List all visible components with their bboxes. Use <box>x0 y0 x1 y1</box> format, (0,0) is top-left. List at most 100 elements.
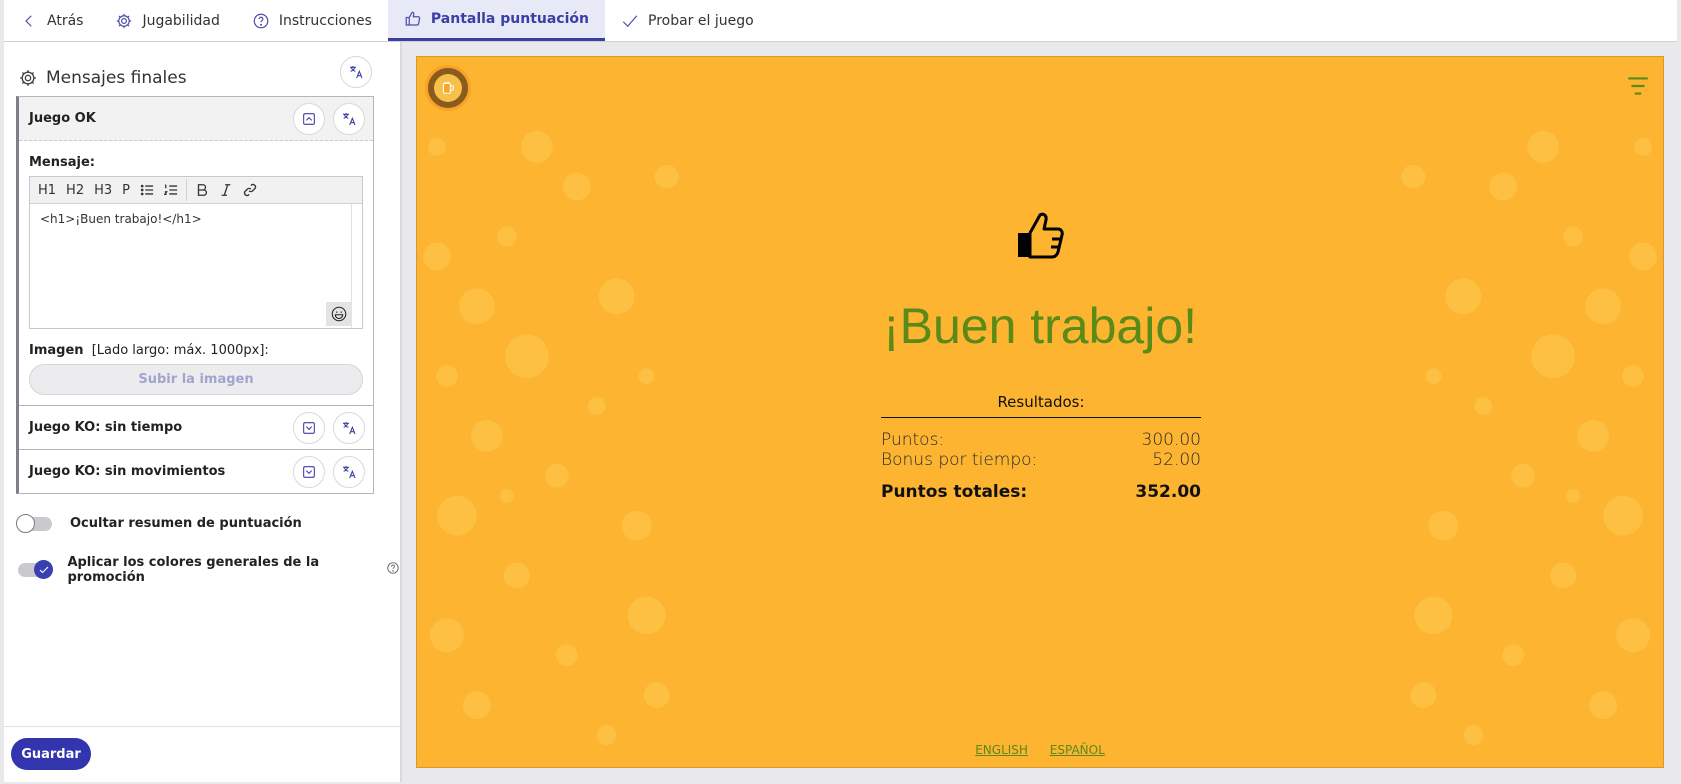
message-textarea[interactable] <box>30 204 340 322</box>
translate-ko-time-button[interactable] <box>333 411 365 444</box>
toggle-knob <box>16 513 35 533</box>
tab-gameplay[interactable]: Jugabilidad <box>99 0 235 41</box>
expand-ko-time-button[interactable] <box>293 411 325 444</box>
bullet-list-icon <box>140 184 154 196</box>
paragraph-button[interactable]: P <box>118 179 134 201</box>
translate-icon <box>343 421 356 434</box>
toggle-knob <box>34 560 53 579</box>
apply-colors-row: Aplicar los colores generales de la prom… <box>18 555 400 585</box>
numbered-list-button[interactable] <box>160 179 182 201</box>
panel-scrollbar[interactable] <box>400 42 402 782</box>
section-title-label: Mensajes finales <box>46 68 187 88</box>
h3-button[interactable]: H3 <box>90 179 116 201</box>
result-title: ¡Buen trabajo! <box>882 298 1198 354</box>
editor-toolbar: H1 H2 H3 P <box>30 177 362 204</box>
results-heading: Resultados: <box>881 393 1201 418</box>
apply-colors-toggle[interactable] <box>18 560 53 579</box>
accordion-body-ok: Mensaje: H1 H2 H3 P <h1>¡Buen trabajo!</… <box>19 141 373 405</box>
language-english-link[interactable]: ENGLISH <box>975 743 1028 757</box>
apply-colors-label: Aplicar los colores generales de la prom… <box>67 555 320 585</box>
message-textarea-wrap <box>30 204 362 328</box>
hide-summary-label: Ocultar resumen de puntuación <box>70 516 302 531</box>
bold-button[interactable] <box>191 179 213 201</box>
save-button[interactable]: Guardar <box>11 738 91 770</box>
image-hint: [Lado largo: máx. 1000px]: <box>91 343 269 358</box>
thumb-up-icon <box>1014 207 1070 263</box>
brand-logo <box>425 65 471 111</box>
chevron-down-box-icon <box>303 465 315 478</box>
gear-icon <box>117 13 132 28</box>
message-editor: H1 H2 H3 P <box>29 176 363 329</box>
time-bonus-label: Bonus por tiempo: <box>881 450 1038 470</box>
translate-ok-button[interactable] <box>333 102 365 135</box>
image-label: Imagen <box>29 343 84 358</box>
help-circle-icon <box>253 13 269 28</box>
section-title: Mensajes finales <box>18 68 187 88</box>
menu-button[interactable] <box>1625 73 1651 99</box>
tab-test-game[interactable]: Probar el juego <box>605 0 770 41</box>
results-summary: Resultados: Puntos: 300.00 Bonus por tie… <box>881 393 1201 502</box>
image-field-label: Imagen [Lado largo: máx. 1000px]: <box>29 343 363 358</box>
expand-ko-moves-button[interactable] <box>293 455 325 488</box>
language-spanish-link[interactable]: ESPAÑOL <box>1050 743 1105 757</box>
accordion-ok-label: Juego OK <box>29 111 96 126</box>
emoji-button[interactable] <box>326 302 352 326</box>
hide-summary-toggle[interactable] <box>16 513 52 533</box>
textarea-scrollbar[interactable] <box>351 204 362 328</box>
settings-panel: Mensajes finales Juego OK Mensaje: H1 H2 <box>4 42 400 782</box>
tab-score-screen-label: Pantalla puntuación <box>430 11 589 27</box>
numbered-list-icon <box>163 184 178 196</box>
score-value: 300.00 <box>1141 430 1201 450</box>
accordion-header-ok[interactable]: Juego OK <box>19 97 373 141</box>
filter-menu-icon <box>1628 77 1648 95</box>
collapse-ok-button[interactable] <box>293 102 325 135</box>
total-value: 352.00 <box>1135 482 1201 502</box>
total-label: Puntos totales: <box>881 482 1028 502</box>
bold-icon <box>197 184 207 196</box>
accordion-header-ko-moves[interactable]: Juego KO: sin movimientos <box>19 449 373 493</box>
check-icon <box>622 14 638 27</box>
toolbar-divider <box>185 179 187 201</box>
help-circle-icon <box>387 562 399 574</box>
hide-summary-row: Ocultar resumen de puntuación <box>16 513 302 533</box>
language-switcher: ENGLISH ESPAÑOL <box>417 743 1663 757</box>
final-messages-accordion: Juego OK Mensaje: H1 H2 H3 P <h1>¡Buen t… <box>16 96 374 494</box>
message-label: Mensaje: <box>29 155 95 170</box>
translate-ko-moves-button[interactable] <box>333 455 365 488</box>
upload-image-button[interactable]: Subir la imagen <box>29 364 363 395</box>
game-preview: ¡Buen trabajo! Resultados: Puntos: 300.0… <box>416 56 1664 768</box>
chevron-left-icon <box>25 14 32 27</box>
score-label: Puntos: <box>881 430 945 450</box>
check-icon <box>39 566 48 573</box>
beer-icon <box>434 74 462 102</box>
tab-gameplay-label: Jugabilidad <box>142 12 220 29</box>
tab-back[interactable]: Atrás <box>4 0 99 41</box>
translate-icon <box>343 465 356 478</box>
translate-icon <box>350 66 363 79</box>
tab-instructions[interactable]: Instrucciones <box>236 0 388 41</box>
help-button[interactable] <box>386 561 400 579</box>
emoji-icon <box>331 306 347 322</box>
translate-icon <box>343 112 356 125</box>
translate-all-button[interactable] <box>340 56 372 88</box>
italic-icon <box>221 184 231 196</box>
link-icon <box>243 183 257 197</box>
time-bonus-row: Bonus por tiempo: 52.00 <box>881 450 1201 470</box>
chevron-up-box-icon <box>303 112 315 125</box>
top-tab-bar: Atrás Jugabilidad Instrucciones Pantalla… <box>4 0 1677 42</box>
h2-button[interactable]: H2 <box>62 179 88 201</box>
bullet-list-button[interactable] <box>136 179 158 201</box>
total-row: Puntos totales: 352.00 <box>881 482 1201 502</box>
tab-test-game-label: Probar el juego <box>648 12 754 29</box>
accordion-ko-time-label: Juego KO: sin tiempo <box>29 420 183 435</box>
italic-button[interactable] <box>215 179 237 201</box>
gear-icon <box>20 70 36 86</box>
h1-button[interactable]: H1 <box>34 179 60 201</box>
tab-score-screen[interactable]: Pantalla puntuación <box>387 0 605 41</box>
tab-instructions-label: Instrucciones <box>278 12 372 29</box>
time-bonus-value: 52.00 <box>1152 450 1201 470</box>
footer-divider <box>4 726 400 727</box>
link-button[interactable] <box>239 179 261 201</box>
thumb-up-icon <box>405 11 421 26</box>
accordion-header-ko-time[interactable]: Juego KO: sin tiempo <box>19 405 373 449</box>
